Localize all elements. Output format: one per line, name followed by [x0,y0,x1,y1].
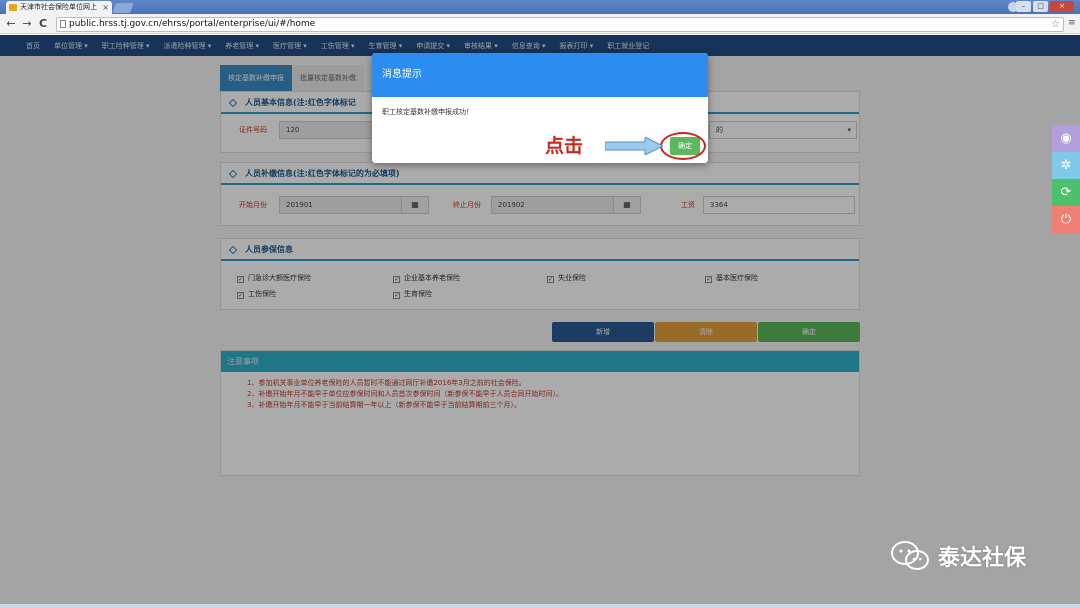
highlight-circle [660,132,706,160]
power-icon[interactable]: ⏻ [1052,206,1080,233]
page-icon [60,20,66,28]
browser-tab[interactable]: 天津市社会保险单位网上 × [6,1,112,14]
wechat-icon [891,541,929,570]
address-bar[interactable]: public.hrss.tj.gov.cn/ehrss/portal/enter… [56,17,1064,32]
tab-title: 天津市社会保险单位网上 [20,3,97,11]
arrow-right-icon [605,137,663,155]
browser-toolbar: ← → C public.hrss.tj.gov.cn/ehrss/portal… [0,14,1080,34]
maximize-button[interactable]: □ [1033,1,1048,12]
minimize-button[interactable]: – [1016,1,1031,12]
reload-button[interactable]: C [36,17,50,31]
eye-icon[interactable]: ◉ [1052,125,1080,152]
close-window-button[interactable]: × [1050,1,1074,12]
back-button[interactable]: ← [4,17,18,31]
browser-menu-icon[interactable]: ≡ [1068,19,1076,28]
dialog-message: 职工核定基数补缴申报成功！ [382,108,473,116]
click-annotation: 点击 [545,135,584,157]
tree-icon[interactable]: ✲ [1052,152,1080,179]
new-tab-button[interactable] [112,3,134,13]
browser-tabstrip: 天津市社会保险单位网上 × – □ × [0,0,1080,14]
watermark-text: 泰达社保 [938,546,1027,571]
bookmark-star-icon[interactable]: ☆ [1051,18,1060,31]
refresh-icon[interactable]: ⟳ [1052,179,1080,206]
forward-button[interactable]: → [20,17,34,31]
dialog-title: 消息提示 [372,53,708,97]
url-text: public.hrss.tj.gov.cn/ehrss/portal/enter… [69,19,316,29]
tab-close-icon[interactable]: × [102,1,109,14]
window-controls: – □ × [1016,1,1074,13]
watermark: 泰达社保 [890,540,1026,572]
taskbar [0,604,1080,608]
favicon-icon [9,4,17,11]
